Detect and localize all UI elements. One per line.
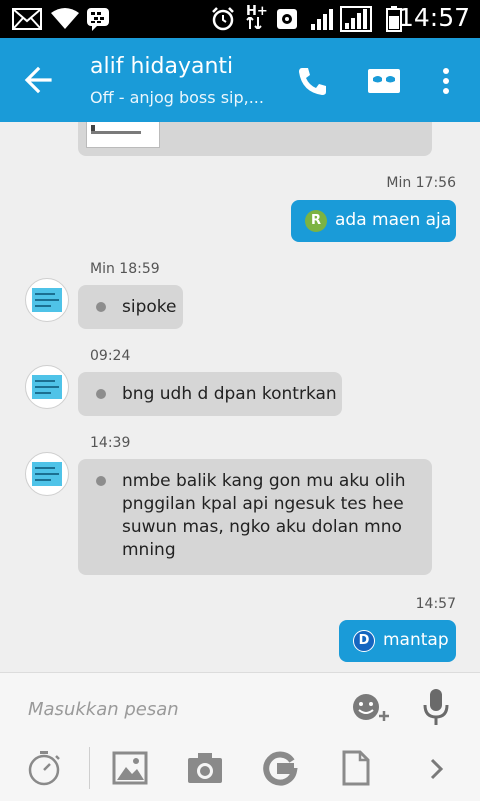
phone-icon	[299, 68, 326, 95]
message-list[interactable]: Min 17:56 R ada maen aja Min 18:59 sipok…	[0, 122, 480, 672]
back-arrow-icon	[24, 66, 52, 94]
google-button[interactable]	[262, 751, 298, 787]
avatar[interactable]	[25, 452, 69, 496]
message-timestamp: 14:57	[415, 596, 456, 612]
message-text-line: mning	[122, 540, 176, 560]
timer-button[interactable]	[26, 749, 62, 787]
timer-icon	[28, 751, 60, 786]
signal-icon	[310, 7, 338, 31]
network-type-icon: H+	[246, 5, 268, 31]
avatar[interactable]	[25, 365, 69, 409]
more-vert-icon	[443, 68, 449, 94]
call-button[interactable]	[294, 64, 330, 98]
image-message-partial[interactable]	[78, 122, 432, 156]
status-dot	[96, 389, 106, 399]
sender-badge: R	[305, 210, 327, 232]
message-bubble-incoming[interactable]: sipoke	[78, 285, 183, 329]
message-text: ada maen aja	[335, 210, 452, 230]
camera-button[interactable]	[186, 751, 224, 785]
voice-note-button[interactable]	[422, 687, 450, 727]
message-bubble-outgoing[interactable]: D mantap	[339, 620, 456, 662]
emoji-button[interactable]	[350, 691, 394, 725]
message-text: bng udh d dpan kontrkan	[122, 384, 337, 404]
status-dot	[96, 302, 106, 312]
privacy-mask-button[interactable]	[366, 64, 402, 98]
message-bubble-outgoing[interactable]: R ada maen aja	[291, 200, 456, 242]
google-icon	[263, 751, 298, 786]
composer	[0, 672, 480, 801]
avatar[interactable]	[25, 278, 69, 322]
status-bar: H+ 14:57	[0, 0, 480, 38]
microphone-icon	[423, 689, 449, 725]
document-icon	[342, 750, 370, 786]
message-text: mantap	[383, 630, 449, 650]
message-text-line: nmbe balik kang gon mu aku olih	[122, 471, 406, 491]
message-bubble-incoming[interactable]: nmbe balik kang gon mu aku olih pnggilan…	[78, 459, 432, 575]
image-icon	[112, 751, 148, 785]
toolbar-divider	[89, 747, 90, 789]
contact-name[interactable]: alif hidayanti	[90, 54, 233, 79]
message-text: nmbe balik kang gon mu aku olih pnggilan…	[122, 470, 405, 562]
message-bubble-incoming[interactable]: bng udh d dpan kontrkan	[78, 372, 342, 416]
message-text-line: pnggilan kpal api ngesuk tes hee	[122, 494, 404, 514]
sender-badge: D	[353, 630, 375, 652]
alarm-icon	[210, 7, 236, 31]
attach-document-button[interactable]	[342, 750, 370, 786]
message-timestamp: Min 18:59	[90, 261, 160, 277]
message-timestamp: 14:39	[90, 435, 131, 451]
signal-icon-2	[340, 6, 372, 32]
mask-icon	[368, 69, 400, 93]
image-thumbnail[interactable]	[86, 122, 160, 148]
message-text-line: suwun mas, ngko aku dolan mno	[122, 517, 402, 537]
data-saver-icon	[276, 7, 298, 31]
wifi-icon	[50, 7, 80, 31]
camera-icon	[188, 753, 222, 783]
status-dot	[96, 476, 106, 486]
back-button[interactable]	[20, 62, 60, 98]
message-text: sipoke	[122, 297, 177, 317]
conversation-header: alif hidayanti Off - anjog boss sip,...	[0, 38, 480, 122]
contact-status[interactable]: Off - anjog boss sip,...	[90, 88, 264, 107]
more-tools-button[interactable]	[426, 757, 446, 781]
chevron-right-icon	[430, 758, 444, 780]
attach-image-button[interactable]	[112, 751, 148, 785]
more-options-button[interactable]	[434, 64, 458, 98]
mail-icon	[12, 7, 42, 31]
status-time: 14:57	[397, 3, 470, 32]
bbm-icon	[86, 7, 110, 31]
message-timestamp: Min 17:56	[386, 175, 456, 191]
message-input[interactable]	[26, 693, 330, 725]
emoji-add-icon	[353, 694, 389, 721]
message-timestamp: 09:24	[90, 348, 131, 364]
